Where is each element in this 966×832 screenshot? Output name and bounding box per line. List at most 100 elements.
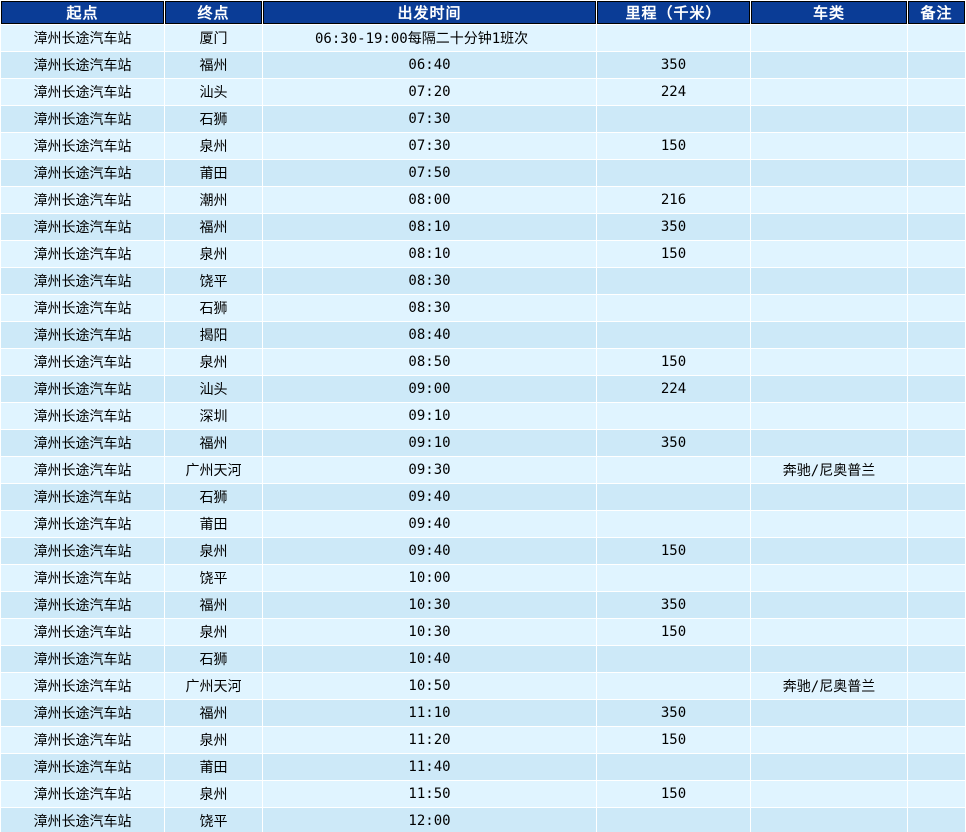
cell-remarks: [908, 295, 965, 321]
cell-remarks: [908, 781, 965, 807]
cell-bus-type: [751, 79, 907, 105]
cell-origin: 漳州长途汽车站: [1, 187, 164, 213]
cell-origin: 漳州长途汽车站: [1, 727, 164, 753]
cell-departure-time: 09:40: [263, 511, 596, 537]
cell-remarks: [908, 349, 965, 375]
cell-departure-time: 07:50: [263, 160, 596, 186]
cell-origin: 漳州长途汽车站: [1, 484, 164, 510]
cell-origin: 漳州长途汽车站: [1, 511, 164, 537]
cell-origin: 漳州长途汽车站: [1, 619, 164, 645]
cell-origin: 漳州长途汽车站: [1, 403, 164, 429]
cell-origin: 漳州长途汽车站: [1, 295, 164, 321]
cell-remarks: [908, 700, 965, 726]
cell-departure-time: 09:40: [263, 484, 596, 510]
bus-schedule-table: 起点 终点 出发时间 里程（千米） 车类 备注 漳州长途汽车站 厦门 06:30-1…: [0, 0, 966, 832]
cell-distance: [597, 106, 750, 132]
cell-destination: 福州: [165, 430, 262, 456]
cell-bus-type: [751, 295, 907, 321]
cell-remarks: [908, 133, 965, 159]
cell-origin: 漳州长途汽车站: [1, 700, 164, 726]
cell-origin: 漳州长途汽车站: [1, 673, 164, 699]
cell-destination: 石狮: [165, 295, 262, 321]
cell-departure-time: 12:00: [263, 808, 596, 832]
cell-bus-type: [751, 754, 907, 780]
table-row: 漳州长途汽车站 饶平 08:30: [1, 268, 965, 294]
cell-remarks: [908, 646, 965, 672]
table-row: 漳州长途汽车站 福州 11:10 350: [1, 700, 965, 726]
cell-distance: [597, 295, 750, 321]
table-row: 漳州长途汽车站 福州 06:40 350: [1, 52, 965, 78]
cell-origin: 漳州长途汽车站: [1, 592, 164, 618]
cell-remarks: [908, 268, 965, 294]
cell-remarks: [908, 457, 965, 483]
table-row: 漳州长途汽车站 泉州 10:30 150: [1, 619, 965, 645]
header-destination: 终点: [165, 1, 262, 24]
cell-remarks: [908, 52, 965, 78]
cell-destination: 福州: [165, 700, 262, 726]
table-row: 漳州长途汽车站 厦门 06:30-19:00每隔二十分钟1班次: [1, 25, 965, 51]
table-header: 起点 终点 出发时间 里程（千米） 车类 备注: [1, 1, 965, 24]
cell-bus-type: [751, 133, 907, 159]
cell-destination: 饶平: [165, 565, 262, 591]
cell-origin: 漳州长途汽车站: [1, 322, 164, 348]
cell-origin: 漳州长途汽车站: [1, 781, 164, 807]
cell-departure-time: 07:30: [263, 133, 596, 159]
cell-distance: [597, 511, 750, 537]
table-row: 漳州长途汽车站 石狮 09:40: [1, 484, 965, 510]
cell-destination: 石狮: [165, 106, 262, 132]
table-row: 漳州长途汽车站 广州天河 09:30 奔驰/尼奥普兰: [1, 457, 965, 483]
table-row: 漳州长途汽车站 泉州 11:50 150: [1, 781, 965, 807]
cell-remarks: [908, 214, 965, 240]
table-row: 漳州长途汽车站 福州 09:10 350: [1, 430, 965, 456]
cell-destination: 福州: [165, 592, 262, 618]
cell-destination: 饶平: [165, 268, 262, 294]
cell-bus-type: [751, 349, 907, 375]
cell-bus-type: [751, 430, 907, 456]
cell-distance: 150: [597, 619, 750, 645]
cell-origin: 漳州长途汽车站: [1, 160, 164, 186]
cell-destination: 广州天河: [165, 457, 262, 483]
cell-distance: 216: [597, 187, 750, 213]
cell-origin: 漳州长途汽车站: [1, 268, 164, 294]
cell-destination: 石狮: [165, 646, 262, 672]
cell-distance: [597, 646, 750, 672]
table-row: 漳州长途汽车站 石狮 10:40: [1, 646, 965, 672]
cell-bus-type: [751, 322, 907, 348]
cell-bus-type: [751, 52, 907, 78]
cell-departure-time: 11:50: [263, 781, 596, 807]
cell-remarks: [908, 322, 965, 348]
cell-bus-type: 奔驰/尼奥普兰: [751, 673, 907, 699]
cell-distance: 150: [597, 133, 750, 159]
cell-departure-time: 07:20: [263, 79, 596, 105]
cell-bus-type: [751, 781, 907, 807]
cell-distance: 224: [597, 376, 750, 402]
cell-departure-time: 08:30: [263, 295, 596, 321]
cell-departure-time: 08:10: [263, 241, 596, 267]
cell-departure-time: 08:30: [263, 268, 596, 294]
cell-origin: 漳州长途汽车站: [1, 457, 164, 483]
cell-destination: 泉州: [165, 538, 262, 564]
header-departure-time: 出发时间: [263, 1, 596, 24]
cell-bus-type: [751, 187, 907, 213]
cell-destination: 泉州: [165, 781, 262, 807]
cell-origin: 漳州长途汽车站: [1, 430, 164, 456]
cell-departure-time: 09:10: [263, 403, 596, 429]
cell-remarks: [908, 484, 965, 510]
table-row: 漳州长途汽车站 深圳 09:10: [1, 403, 965, 429]
cell-departure-time: 09:30: [263, 457, 596, 483]
cell-distance: [597, 457, 750, 483]
cell-distance: [597, 673, 750, 699]
cell-remarks: [908, 592, 965, 618]
cell-remarks: [908, 430, 965, 456]
cell-departure-time: 10:30: [263, 592, 596, 618]
cell-destination: 泉州: [165, 727, 262, 753]
cell-remarks: [908, 403, 965, 429]
cell-bus-type: [751, 25, 907, 51]
cell-departure-time: 08:00: [263, 187, 596, 213]
cell-destination: 泉州: [165, 349, 262, 375]
cell-departure-time: 10:40: [263, 646, 596, 672]
cell-origin: 漳州长途汽车站: [1, 106, 164, 132]
cell-remarks: [908, 754, 965, 780]
cell-origin: 漳州长途汽车站: [1, 376, 164, 402]
cell-distance: 350: [597, 430, 750, 456]
